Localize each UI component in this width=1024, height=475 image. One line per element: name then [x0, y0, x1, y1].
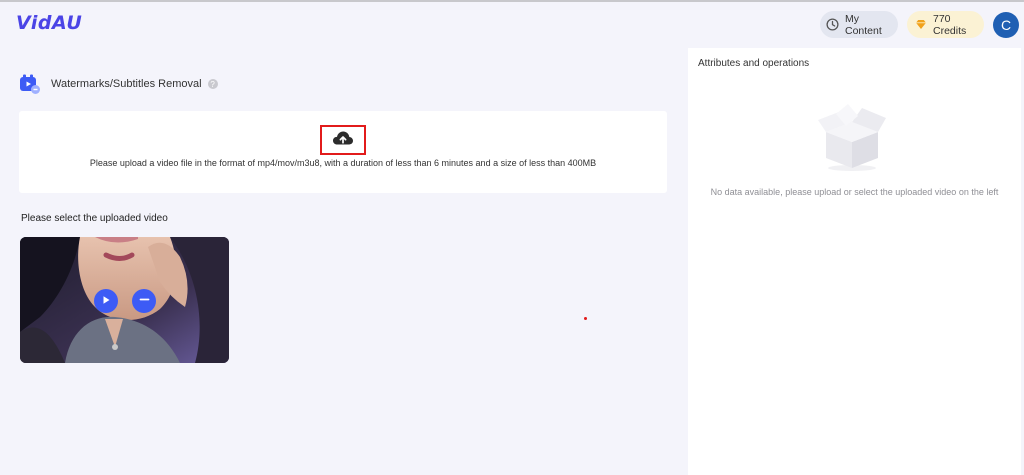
- upload-instructions: Please upload a video file in the format…: [89, 158, 597, 168]
- video-tool-icon: [19, 73, 41, 95]
- empty-state-message: No data available, please upload or sele…: [710, 187, 999, 197]
- uploaded-video-card[interactable]: [20, 237, 229, 363]
- my-content-label: My Content: [845, 12, 882, 37]
- cloud-upload-icon: [332, 130, 354, 151]
- app-logo[interactable]: VidAU: [16, 12, 82, 34]
- top-bar: VidAU My Content 770 Credits C: [0, 2, 1024, 46]
- empty-box-icon: [818, 102, 890, 179]
- diamond-icon: [915, 19, 927, 30]
- play-button[interactable]: [94, 289, 118, 313]
- credits-label: 770 Credits: [933, 12, 967, 37]
- minus-icon: [139, 292, 150, 310]
- credits-button[interactable]: 770 Credits: [907, 11, 984, 38]
- upload-dropzone[interactable]: Please upload a video file in the format…: [19, 111, 667, 193]
- clock-icon: [826, 18, 839, 31]
- remove-video-button[interactable]: [132, 289, 156, 313]
- my-content-button[interactable]: My Content: [820, 11, 898, 38]
- upload-button[interactable]: [320, 125, 366, 155]
- attributes-panel-title: Attributes and operations: [698, 58, 810, 69]
- attributes-panel: Attributes and operations No data availa…: [688, 48, 1021, 475]
- cursor-marker: [584, 317, 587, 320]
- uploaded-videos-label: Please select the uploaded video: [21, 213, 168, 224]
- help-icon[interactable]: ?: [207, 79, 218, 89]
- play-icon: [101, 292, 111, 310]
- video-thumbnail: [20, 237, 229, 363]
- user-avatar[interactable]: C: [993, 12, 1019, 38]
- tool-header: Watermarks/Subtitles Removal ?: [19, 73, 218, 95]
- tool-title: Watermarks/Subtitles Removal: [51, 78, 202, 90]
